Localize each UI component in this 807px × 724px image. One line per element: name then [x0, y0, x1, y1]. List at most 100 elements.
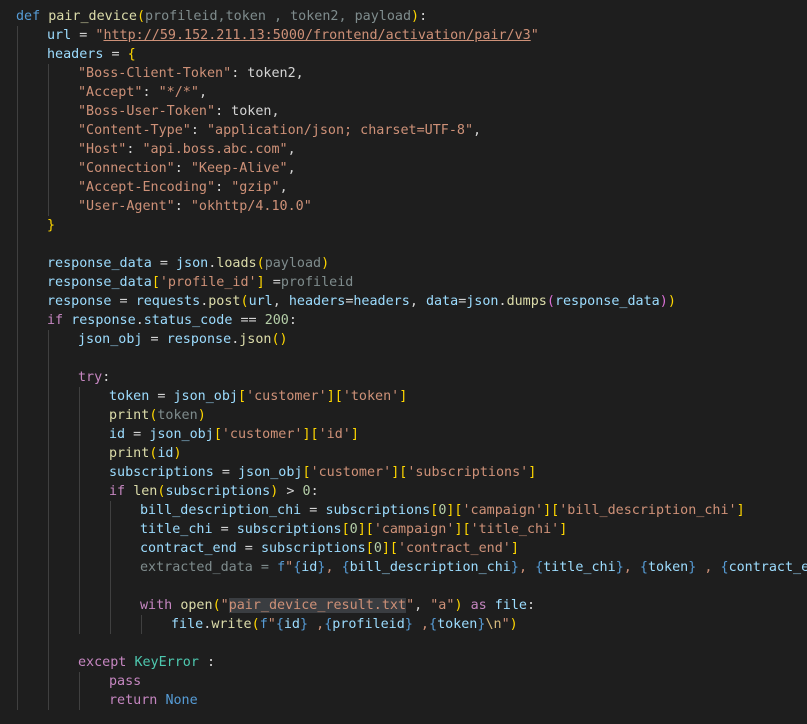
code-line[interactable]: try: [78, 368, 110, 387]
code-token: subscriptions [236, 522, 342, 537]
code-token: requests [135, 294, 201, 309]
code-token: profileid [280, 275, 354, 290]
code-token: if [47, 313, 64, 328]
code-token: KeyError [134, 655, 199, 670]
code-token: token [109, 389, 150, 404]
code-token: = [151, 256, 176, 271]
code-line[interactable]: bill_description_chi = subscriptions[0][… [140, 501, 745, 520]
code-line[interactable]: extracted_data = f"{id}, {bill_descripti… [140, 558, 807, 577]
code-token: subscriptions [325, 503, 431, 518]
code-token: [ [365, 541, 374, 556]
code-line[interactable]: if len(subscriptions) > 0: [109, 482, 319, 501]
code-token: 'customer' [310, 465, 392, 480]
code-token: { [341, 560, 350, 575]
code-token: f [259, 617, 268, 632]
code-token: token [437, 617, 478, 632]
code-token: print [109, 446, 150, 461]
code-line[interactable]: "User-Agent": "okhttp/4.10.0" [78, 197, 312, 216]
code-line[interactable]: response = requests.post(url, headers=he… [47, 292, 676, 311]
code-line[interactable]: } [47, 216, 55, 235]
code-token: 'campaign' [462, 503, 544, 518]
code-token: ) [173, 446, 182, 461]
code-token: " [267, 617, 276, 632]
code-token: pass [109, 674, 142, 689]
code-token: ) [197, 408, 206, 423]
code-token: \n [485, 617, 502, 632]
code-token: = [212, 522, 237, 537]
code-token: 'subscriptions' [407, 465, 529, 480]
code-token: token [647, 560, 689, 575]
code-line[interactable]: file.write(f"{id} ,{profileid} ,{token}\… [171, 615, 518, 634]
code-line[interactable]: headers = { [47, 45, 136, 64]
code-line[interactable]: with open("pair_device_result.txt", "a")… [140, 596, 535, 615]
code-token: = [142, 332, 167, 347]
code-token: contract_end [728, 560, 807, 575]
code-token: , [518, 560, 536, 575]
code-token: json_obj [173, 389, 239, 404]
code-token: json [176, 256, 209, 271]
code-token: 'profile_id' [159, 275, 257, 290]
code-line[interactable]: response_data = json.loads(payload) [47, 254, 329, 273]
code-line[interactable]: "Host": "api.boss.abc.com", [78, 140, 296, 159]
code-token: > [278, 484, 303, 499]
code-token: file [494, 598, 527, 613]
code-token: "*/*" [158, 85, 199, 100]
code-line[interactable]: pass [109, 672, 141, 691]
code-token: } [47, 218, 56, 233]
code-token: ( [136, 9, 145, 24]
code-token: ( [251, 617, 260, 632]
code-token: print [109, 408, 150, 423]
code-line[interactable]: print(id) [109, 444, 182, 463]
code-token: " [530, 28, 539, 43]
code-line[interactable]: return None [109, 691, 198, 710]
code-token: ] [528, 465, 537, 480]
code-token: http://59.152.211.13:5000/frontend/activ… [103, 28, 531, 43]
indent-guide [110, 501, 111, 634]
code-line[interactable]: print(token) [109, 406, 206, 425]
code-line[interactable]: response_data['profile_id'] =profileid [47, 273, 353, 292]
code-token: file [171, 617, 204, 632]
code-token: ) [509, 617, 518, 632]
code-token: profileid [332, 617, 405, 632]
code-token: "Content-Type" [78, 123, 191, 138]
code-token: 'contract_end' [398, 541, 511, 556]
code-token: , [623, 560, 640, 575]
code-editor[interactable]: def pair_device(profileid,token , token2… [0, 0, 807, 724]
code-token: ( [256, 256, 265, 271]
code-token: None [165, 693, 198, 708]
code-line[interactable]: "Connection": "Keep-Alive", [78, 159, 296, 178]
code-token: subscriptions [260, 541, 366, 556]
code-line[interactable]: json_obj = response.json() [78, 330, 288, 349]
code-token: "Accept-Encoding" [78, 180, 216, 195]
code-line[interactable]: title_chi = subscriptions[0]['campaign']… [140, 520, 567, 539]
code-token: bill_description_chi [140, 503, 302, 518]
code-token: ] [736, 503, 745, 518]
code-line[interactable]: url = "http://59.152.211.13:5000/fronten… [47, 26, 539, 45]
code-line[interactable]: id = json_obj['customer']['id'] [109, 425, 359, 444]
indent-guide [17, 26, 18, 710]
code-token: , [287, 142, 296, 157]
code-line[interactable]: token = json_obj['customer']['token'] [109, 387, 407, 406]
code-token: , [272, 294, 289, 309]
code-token: : [102, 370, 111, 385]
code-token: = [125, 427, 150, 442]
code-token: response_data [47, 275, 152, 290]
code-line[interactable]: "Accept-Encoding": "gzip", [78, 178, 288, 197]
code-token: url [47, 28, 72, 43]
code-token: response [47, 294, 112, 309]
code-line[interactable]: def pair_device(profileid,token , token2… [16, 7, 427, 26]
code-token: pair_device [48, 9, 137, 24]
code-token: ) [321, 256, 330, 271]
code-line[interactable]: "Content-Type": "application/json; chars… [78, 121, 481, 140]
code-line[interactable]: "Accept": "*/*", [78, 83, 207, 102]
code-line[interactable]: "Boss-User-Token": token, [78, 102, 280, 121]
code-line[interactable]: if response.status_code == 200: [47, 311, 297, 330]
code-line[interactable]: contract_end = subscriptions[0]['contrac… [140, 539, 519, 558]
code-line[interactable]: "Boss-Client-Token": token2, [78, 64, 304, 83]
code-token: { [127, 47, 136, 62]
code-token: json [466, 294, 499, 309]
code-line[interactable]: except KeyError : [78, 653, 215, 672]
code-token: = [213, 465, 238, 480]
code-line[interactable]: subscriptions = json_obj['customer']['su… [109, 463, 536, 482]
